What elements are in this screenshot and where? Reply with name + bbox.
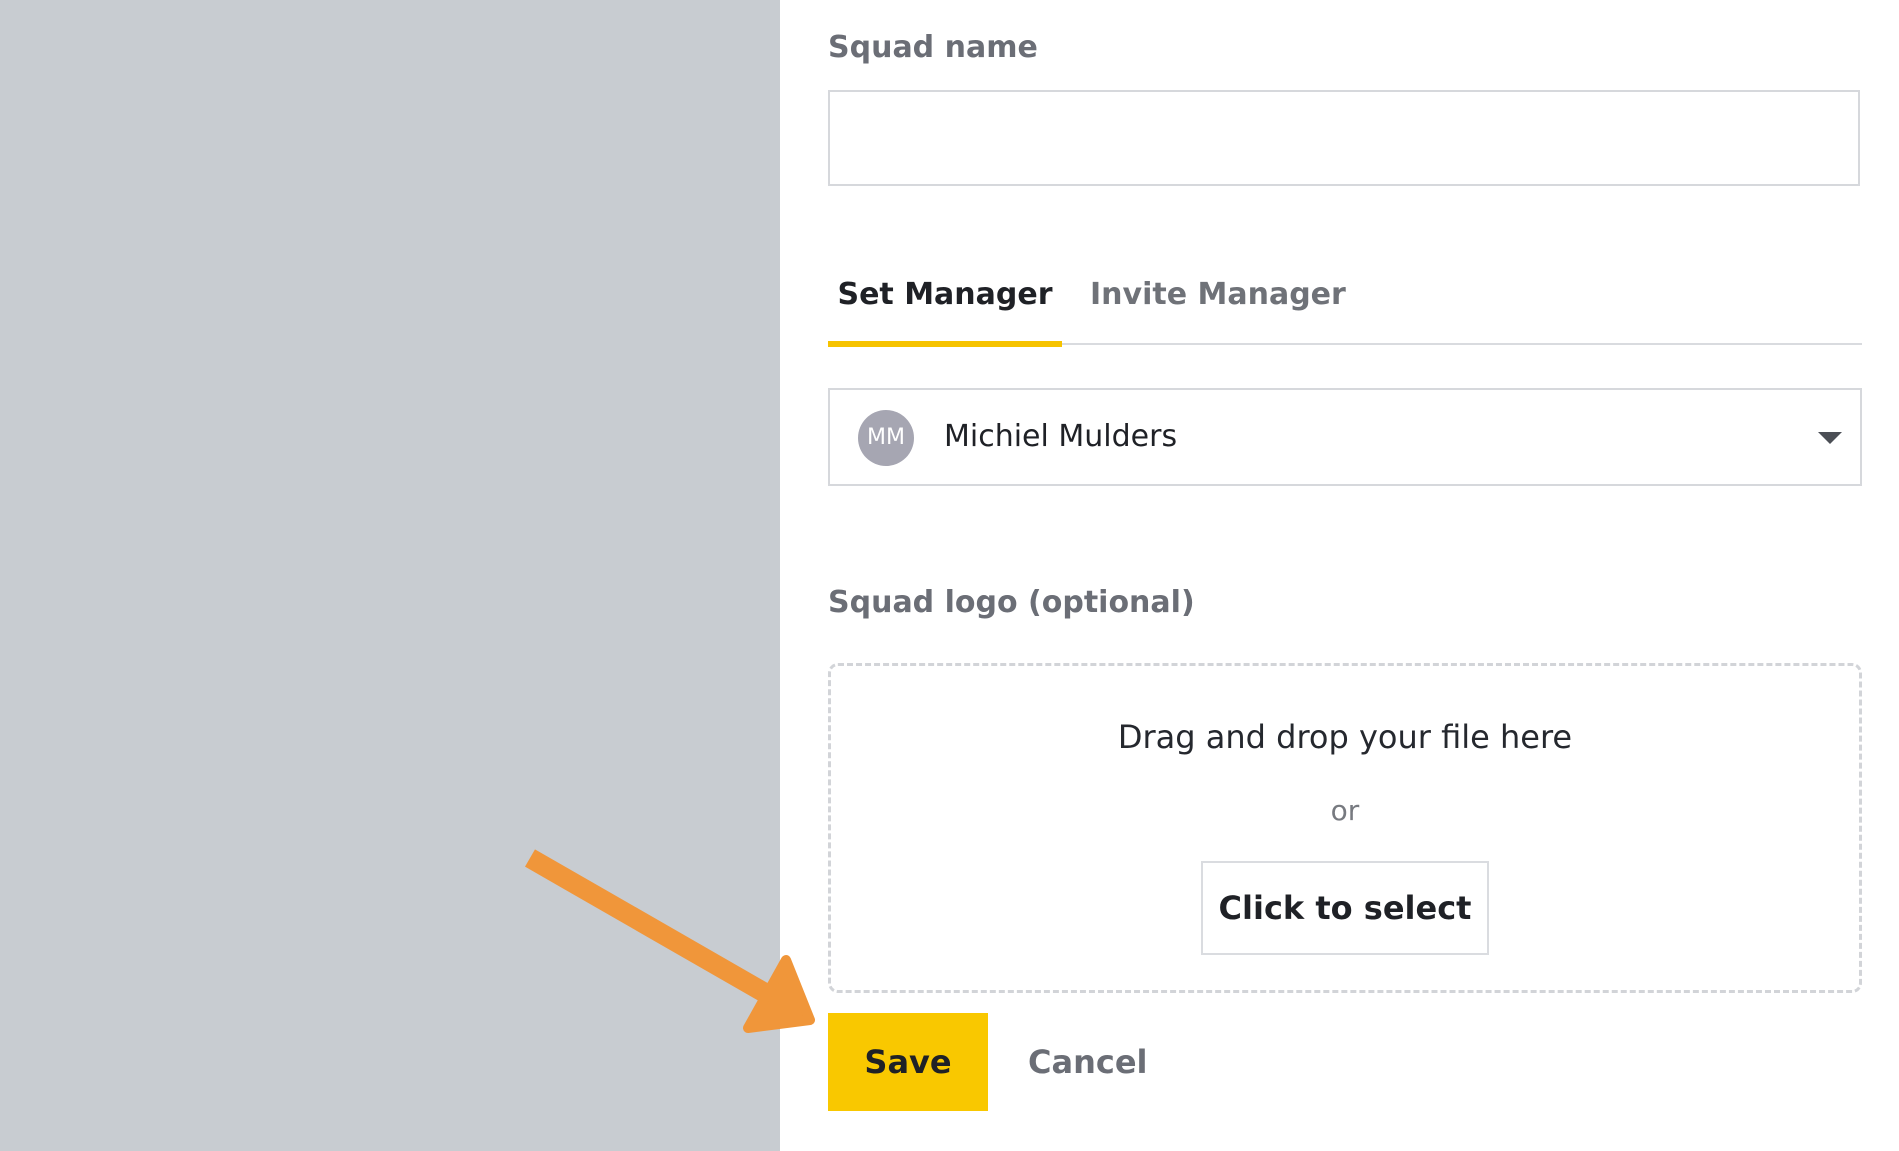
cancel-button[interactable]: Cancel [1016, 1013, 1160, 1111]
squad-name-label: Squad name [828, 30, 1038, 65]
manager-tabs: Set Manager Invite Manager [828, 255, 1862, 347]
screen: Squad name Set Manager Invite Manager MM… [0, 0, 1899, 1151]
modal-backdrop[interactable] [0, 0, 780, 1151]
manager-select[interactable]: MM Michiel Mulders [828, 388, 1862, 486]
tab-set-manager[interactable]: Set Manager [828, 255, 1062, 347]
squad-form-panel: Squad name Set Manager Invite Manager MM… [780, 0, 1899, 1151]
logo-dropzone[interactable]: Drag and drop your file here or Click to… [828, 663, 1862, 993]
chevron-down-icon[interactable] [1818, 432, 1842, 444]
click-to-select-button[interactable]: Click to select [1201, 861, 1489, 955]
avatar: MM [858, 410, 914, 466]
dropzone-text: Drag and drop your file here [1117, 718, 1573, 756]
squad-logo-label: Squad logo (optional) [828, 585, 1195, 620]
save-button[interactable]: Save [828, 1013, 988, 1111]
dropzone-or-text: or [1330, 794, 1360, 827]
squad-name-input[interactable] [828, 90, 1860, 186]
manager-select-value: Michiel Mulders [944, 419, 1178, 454]
tab-invite-manager[interactable]: Invite Manager [1090, 255, 1346, 345]
